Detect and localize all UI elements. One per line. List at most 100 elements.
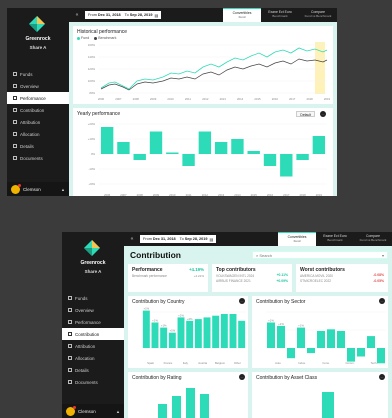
contribution-bar[interactable]	[327, 329, 335, 348]
contribution-bar[interactable]	[194, 319, 202, 348]
tab-compare[interactable]: Compare Fund vs Benchmark	[354, 232, 392, 246]
nav-label: Allocation	[20, 131, 40, 137]
nav-item-funds[interactable]: Funds	[7, 68, 69, 80]
contribution-bar[interactable]	[337, 331, 345, 348]
nav-item-performance[interactable]: Performance	[62, 316, 124, 328]
main-content: Contribution ⌕ Search ▾ Performance Benc…	[124, 246, 392, 418]
nav-item-documents[interactable]: Documents	[62, 376, 124, 388]
nav-item-attribution[interactable]: Attribution	[62, 340, 124, 352]
yearly-bar[interactable]	[166, 152, 179, 155]
funds-icon	[13, 72, 17, 76]
summary-sub: Benchmark performance	[132, 274, 167, 278]
more-options-button[interactable]: ···	[320, 111, 326, 117]
yearly-bar[interactable]	[117, 142, 130, 154]
search-input[interactable]: ⌕ Search ▾	[252, 251, 388, 259]
contribution-bar[interactable]	[203, 317, 211, 348]
tab-fund[interactable]: Convertibles Fund	[278, 232, 316, 246]
yearly-bar[interactable]	[133, 154, 146, 160]
nav-item-contribution[interactable]: Contribution	[7, 104, 69, 116]
contribution-bar[interactable]	[220, 314, 228, 348]
bar-value-label: +2%	[178, 313, 184, 317]
yearly-bar[interactable]	[296, 154, 309, 160]
contribution-bar[interactable]	[317, 331, 325, 348]
tab-benchmark[interactable]: Exane Ect Euro Benchmark	[316, 232, 354, 246]
nav-label: Funds	[75, 295, 88, 301]
contribution-bar[interactable]	[212, 315, 220, 348]
contribution-bar[interactable]	[177, 317, 185, 348]
tab-compare[interactable]: Compare Fund vs Benchmark	[299, 8, 337, 22]
contribution-bar[interactable]	[367, 336, 375, 348]
yearly-bar[interactable]	[231, 139, 244, 154]
contribution-bar[interactable]	[238, 320, 246, 348]
x-tick-label: 2016	[272, 97, 279, 101]
yearly-bar[interactable]	[198, 131, 212, 155]
bar-value-label: +1%	[298, 324, 304, 328]
yearly-bar[interactable]	[149, 131, 163, 155]
user-menu[interactable]: Clemson ▲	[7, 182, 69, 196]
contribution-bar[interactable]	[168, 332, 176, 348]
contribution-bar[interactable]	[297, 327, 305, 348]
attribution-icon	[68, 344, 72, 348]
contribution-bar[interactable]	[277, 325, 285, 348]
nav-item-details[interactable]: Details	[7, 140, 69, 152]
to-label: To	[179, 237, 184, 241]
more-options-button[interactable]: ···	[379, 374, 385, 380]
contribution-bar[interactable]	[357, 348, 365, 357]
card-title: Contribution by Asset Class	[256, 375, 318, 381]
default-button[interactable]: Default	[296, 111, 315, 117]
contribution-bar[interactable]	[377, 348, 385, 364]
nav-item-documents[interactable]: Documents	[7, 152, 69, 164]
contribution-bar[interactable]	[151, 322, 159, 349]
x-tick-label: 2014	[234, 193, 241, 196]
nav-item-overview[interactable]: Overview	[7, 80, 69, 92]
yearly-bar[interactable]	[182, 154, 195, 166]
collapse-icon[interactable]: «	[73, 11, 81, 19]
contribution-screen: Greenrock Share A Funds Overview Perform…	[62, 232, 392, 418]
nav-item-overview[interactable]: Overview	[62, 304, 124, 316]
x-tick-label: 2016	[267, 193, 274, 196]
contribution-bar[interactable]	[287, 348, 295, 359]
contribution-bar[interactable]	[347, 348, 355, 362]
more-options-button[interactable]: ···	[239, 298, 245, 304]
yearly-bar[interactable]	[214, 142, 228, 154]
nav-item-funds[interactable]: Funds	[62, 292, 124, 304]
nav-item-details[interactable]: Details	[62, 364, 124, 376]
greenrock-logo	[84, 240, 100, 256]
more-options-button[interactable]: ···	[379, 298, 385, 304]
contribution-bar[interactable]	[267, 322, 275, 349]
nav-item-allocation[interactable]: Allocation	[7, 128, 69, 140]
from-date: Dec 31, 2018	[152, 237, 176, 241]
contribution-bar[interactable]	[186, 320, 194, 348]
date-range-picker[interactable]: From Dec 31, 2018 To Sep 28, 2019 ▤	[85, 11, 162, 19]
nav-label: Overview	[75, 307, 94, 313]
from-date: Dec 31, 2018	[97, 13, 121, 17]
contribution-bar[interactable]	[160, 327, 168, 348]
summary-title: Top contributors	[216, 267, 256, 273]
tab-benchmark[interactable]: Exane Ect Euro Benchmark	[261, 8, 299, 22]
fund-share: Share A	[29, 45, 47, 50]
collapse-icon[interactable]: «	[128, 235, 136, 243]
date-range-picker[interactable]: From Dec 31, 2018 To Sep 28, 2019 ▤	[140, 235, 217, 243]
yearly-bar[interactable]	[263, 154, 277, 166]
nav-item-contribution[interactable]: Contribution	[62, 328, 124, 340]
contributor-2-value: +0.09%	[276, 279, 288, 283]
nav-item-performance[interactable]: Performance	[7, 92, 69, 104]
yearly-bar[interactable]	[312, 136, 326, 154]
contribution-bar[interactable]	[142, 310, 150, 348]
y-tick-label: 0%	[91, 152, 96, 156]
user-menu[interactable]: Clemson ▲	[62, 404, 124, 418]
tab-fund[interactable]: Convertibles Fund	[223, 8, 261, 22]
overview-icon	[13, 84, 17, 88]
yearly-bar[interactable]	[100, 127, 114, 154]
yearly-bar[interactable]	[280, 154, 293, 177]
more-options-button[interactable]: ···	[239, 374, 245, 380]
bar-value-label: +1%	[169, 329, 175, 333]
x-tick-label: 2015	[251, 193, 258, 196]
contribution-bar[interactable]	[229, 314, 237, 348]
documents-icon	[13, 156, 17, 160]
card-title: Contribution by Sector	[256, 299, 306, 305]
yearly-bar[interactable]	[247, 151, 260, 154]
contribution-bar[interactable]	[307, 348, 315, 354]
nav-item-allocation[interactable]: Allocation	[62, 352, 124, 364]
nav-item-attribution[interactable]: Attribution	[7, 116, 69, 128]
